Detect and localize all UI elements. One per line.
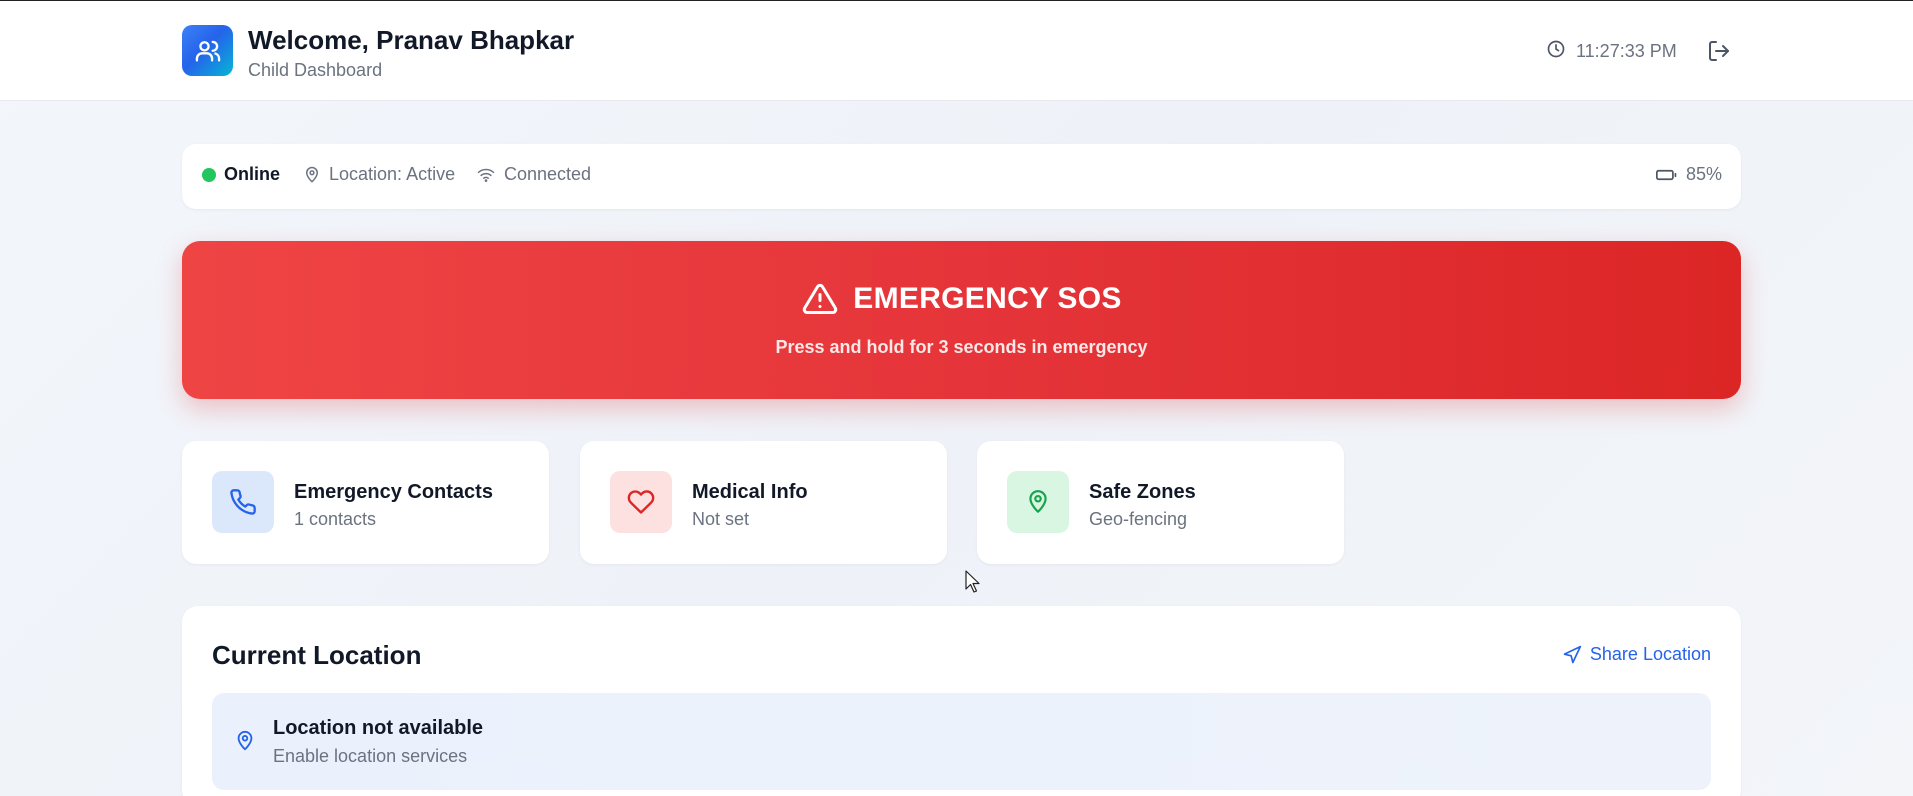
online-label: Online <box>224 164 281 184</box>
sos-title-row: EMERGENCY SOS <box>182 281 1741 317</box>
sos-subtitle: Press and hold for 3 seconds in emergenc… <box>775 337 1148 357</box>
emergency-sos-button[interactable]: EMERGENCY SOS Press and hold for 3 secon… <box>182 241 1741 399</box>
card-subtitle: Not set <box>692 509 750 529</box>
battery-icon <box>1656 169 1677 180</box>
clock-icon <box>1546 39 1566 64</box>
location-status: Location: Active <box>303 164 455 185</box>
current-location-panel: Current Location Share Location Location… <box>182 606 1741 796</box>
location-status-box: Location not available Enable location s… <box>212 693 1711 790</box>
location-status-subtitle: Enable location services <box>273 746 468 766</box>
warning-triangle-icon <box>803 283 838 314</box>
heart-icon <box>610 471 672 533</box>
connection-status: Connected <box>476 164 591 185</box>
share-location-label: Share Location <box>1589 644 1711 664</box>
status-bar: Online Location: Active Connected 85% <box>182 144 1741 209</box>
welcome-title: Welcome, Pranav Bhapkar <box>248 25 575 55</box>
dashboard-subtitle: Child Dashboard <box>248 60 383 80</box>
location-status-title: Location not available <box>273 717 484 739</box>
location-panel-title: Current Location <box>212 640 422 670</box>
connection-label: Connected <box>504 164 592 184</box>
time-text: 11:27:33 PM <box>1576 41 1677 61</box>
map-pin-icon <box>306 166 318 182</box>
card-subtitle: 1 contacts <box>294 509 377 529</box>
battery-label: 85% <box>1686 164 1723 184</box>
logout-button[interactable] <box>1706 38 1732 64</box>
users-icon <box>182 25 233 76</box>
wifi-icon <box>477 168 495 182</box>
map-pin-icon <box>1007 471 1069 533</box>
card-title: Emergency Contacts <box>294 481 493 503</box>
navigation-icon <box>1563 645 1582 663</box>
logout-icon <box>1709 41 1729 61</box>
map-pin-icon <box>237 730 253 751</box>
phone-icon <box>212 471 274 533</box>
card-title: Safe Zones <box>1089 481 1196 503</box>
emergency-contacts-card[interactable]: Emergency Contacts 1 contacts <box>182 441 549 564</box>
online-indicator <box>202 167 216 182</box>
sos-title: EMERGENCY SOS <box>853 282 1122 315</box>
card-subtitle: Geo-fencing <box>1089 509 1188 529</box>
battery-status: 85% <box>1656 164 1722 185</box>
current-time: 11:27:33 PM <box>1546 39 1677 64</box>
safe-zones-card[interactable]: Safe Zones Geo-fencing <box>977 441 1344 564</box>
share-location-button[interactable]: Share Location <box>1562 644 1711 665</box>
mouse-cursor-icon <box>965 570 980 593</box>
online-status: Online <box>202 164 280 185</box>
location-status-label: Location: Active <box>329 164 456 184</box>
top-header: Welcome, Pranav Bhapkar Child Dashboard … <box>0 0 1913 101</box>
card-title: Medical Info <box>692 481 808 503</box>
medical-info-card[interactable]: Medical Info Not set <box>580 441 947 564</box>
